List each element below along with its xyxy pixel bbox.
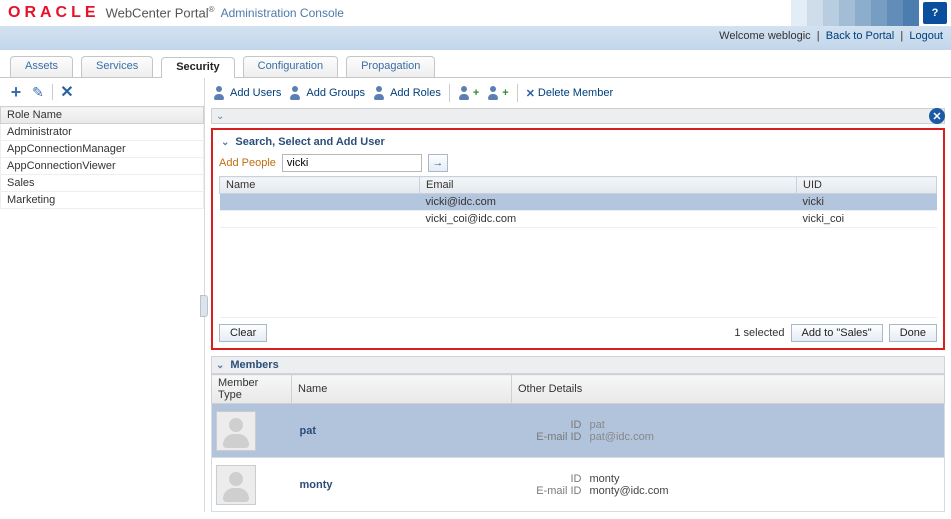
add-role-icon[interactable]: +	[8, 84, 24, 100]
chevron-down-icon: ⌄	[221, 137, 229, 148]
roles-header: Role Name	[1, 107, 204, 124]
members-pane: Add Users Add Groups Add Roles + + ✕Dele…	[205, 78, 951, 512]
col-member-type[interactable]: Member Type	[212, 375, 292, 404]
add-people-input[interactable]	[282, 154, 422, 172]
search-panel-title: Search, Select and Add User	[235, 136, 384, 148]
header-links: Welcome weblogic | Back to Portal | Logo…	[0, 26, 951, 50]
header-top: ORACLE WebCenter Portal® Administration …	[0, 0, 951, 26]
members-section-header[interactable]: ⌄ Members	[211, 356, 945, 374]
roles-icon	[373, 86, 387, 100]
tab-assets[interactable]: Assets	[10, 56, 73, 77]
chevron-down-icon: ⌄	[216, 360, 224, 371]
logout-link[interactable]: Logout	[909, 30, 943, 42]
tab-configuration[interactable]: Configuration	[243, 56, 338, 77]
welcome-text: Welcome weblogic	[719, 30, 811, 42]
col-other-details[interactable]: Other Details	[512, 375, 945, 404]
done-button[interactable]: Done	[889, 324, 937, 342]
member-name: monty	[292, 458, 512, 512]
collapse-bar[interactable]: ⌄	[211, 108, 945, 124]
splitter-handle[interactable]	[200, 295, 208, 317]
member-email: monty@idc.com	[590, 485, 669, 497]
role-row[interactable]: AppConnectionManager	[1, 141, 204, 158]
role-row[interactable]: Administrator	[1, 124, 204, 141]
roles-table: Role Name Administrator AppConnectionMan…	[0, 106, 204, 209]
member-id: monty	[590, 473, 620, 485]
tab-services[interactable]: Services	[81, 56, 153, 77]
members-table: Member Type Name Other Details pat IDpat…	[211, 374, 945, 512]
tab-propagation[interactable]: Propagation	[346, 56, 435, 77]
roles-toolbar: + ✎ ✕	[0, 78, 204, 106]
back-to-portal-link[interactable]: Back to Portal	[826, 30, 894, 42]
main-tabbar: Assets Services Security Configuration P…	[0, 50, 951, 78]
selected-count: 1 selected	[734, 327, 784, 339]
tab-security[interactable]: Security	[161, 57, 234, 78]
edit-role-icon[interactable]: ✎	[30, 84, 46, 100]
add-groups-button[interactable]: Add Groups	[289, 86, 365, 100]
oracle-logo: ORACLE	[8, 4, 100, 22]
divider	[52, 84, 53, 100]
member-row[interactable]: pat IDpat E-mail IDpat@idc.com	[212, 404, 945, 458]
members-title: Members	[230, 359, 278, 371]
header-stripes	[791, 0, 919, 26]
close-panel-icon[interactable]: ✕	[929, 108, 945, 124]
add-people-label: Add People	[219, 157, 276, 169]
roles-pane: + ✎ ✕ Role Name Administrator AppConnect…	[0, 78, 205, 512]
search-results-table: Name Email UID vicki@idc.com vicki vicki…	[219, 176, 937, 318]
add-group-icon[interactable]: +	[487, 86, 508, 100]
member-email: pat@idc.com	[590, 431, 654, 443]
role-row[interactable]: Marketing	[1, 192, 204, 209]
user-icon	[213, 86, 227, 100]
col-member-name[interactable]: Name	[292, 375, 512, 404]
group-icon	[289, 86, 303, 100]
search-add-user-panel: ⌄ Search, Select and Add User Add People…	[211, 128, 945, 350]
role-row[interactable]: Sales	[1, 175, 204, 192]
search-panel-title-row[interactable]: ⌄ Search, Select and Add User	[219, 134, 937, 154]
add-to-role-button[interactable]: Add to "Sales"	[791, 324, 883, 342]
email-label: E-mail ID	[512, 485, 582, 497]
avatar	[216, 465, 256, 505]
delete-role-icon[interactable]: ✕	[59, 84, 75, 100]
member-id: pat	[590, 419, 605, 431]
member-row[interactable]: monty IDmonty E-mail IDmonty@idc.com	[212, 458, 945, 512]
search-result-row[interactable]: vicki@idc.com vicki	[220, 194, 937, 211]
members-toolbar: Add Users Add Groups Add Roles + + ✕Dele…	[205, 78, 951, 108]
role-row[interactable]: AppConnectionViewer	[1, 158, 204, 175]
member-name: pat	[292, 404, 512, 458]
email-label: E-mail ID	[512, 431, 582, 443]
divider	[449, 84, 450, 102]
search-result-row[interactable]: vicki_coi@idc.com vicki_coi	[220, 211, 937, 228]
product-name: WebCenter Portal®	[106, 5, 215, 20]
avatar	[216, 411, 256, 451]
col-email[interactable]: Email	[420, 177, 797, 194]
divider	[517, 84, 518, 102]
col-uid[interactable]: UID	[797, 177, 937, 194]
delete-member-button[interactable]: ✕Delete Member	[526, 87, 613, 100]
chevron-down-icon: ⌄	[216, 111, 224, 122]
search-go-button[interactable]: →	[428, 154, 448, 172]
add-users-button[interactable]: Add Users	[213, 86, 281, 100]
help-icon[interactable]: ?	[923, 2, 947, 24]
console-title: Administration Console	[221, 6, 344, 20]
add-user-icon[interactable]: +	[458, 86, 479, 100]
clear-button[interactable]: Clear	[219, 324, 267, 342]
id-label: ID	[512, 419, 582, 431]
add-roles-button[interactable]: Add Roles	[373, 86, 441, 100]
col-name[interactable]: Name	[220, 177, 420, 194]
id-label: ID	[512, 473, 582, 485]
